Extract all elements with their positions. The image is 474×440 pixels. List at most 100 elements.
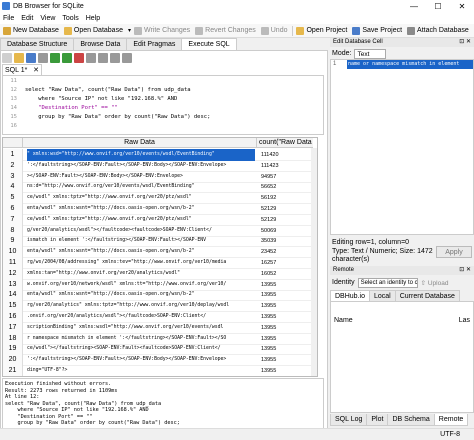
tab-execute-sql[interactable]: Execute SQL <box>181 38 237 50</box>
tab-edit-pragmas[interactable]: Edit Pragmas <box>126 38 183 50</box>
raw-data-cell[interactable]: ding="UTF-8"?> <box>27 365 255 376</box>
identity-label: Identity <box>332 279 355 286</box>
open-tab-icon[interactable] <box>2 53 12 63</box>
menu-edit[interactable]: Edit <box>21 15 33 22</box>
save-results-icon[interactable] <box>86 53 96 63</box>
open-database-label: Open Database <box>73 27 123 34</box>
sql-toolbar <box>2 52 324 64</box>
grid-corner[interactable] <box>3 138 23 148</box>
row-number[interactable]: 21 <box>3 365 23 376</box>
tab-database-structure[interactable]: Database Structure <box>0 38 75 50</box>
code-line: "Destination Port" == "" <box>25 105 118 111</box>
app-icon <box>2 2 10 10</box>
new-database-button[interactable]: New Database <box>3 26 59 35</box>
status-bar: UTF-8 <box>0 428 474 440</box>
open-database-button[interactable]: Open Database <box>63 26 123 35</box>
edit-cell-header: Edit Database Cell ⊡ ✕ <box>330 38 474 47</box>
code-line: group by "Raw Data" order by count("Raw … <box>25 114 211 120</box>
tab-remote[interactable]: Remote <box>433 414 469 426</box>
bottom-dock-tabs: SQL Log Plot DB Schema Remote <box>330 414 474 426</box>
tab-db-schema[interactable]: DB Schema <box>387 414 435 426</box>
toolbar-separator <box>292 25 294 36</box>
find-replace-icon[interactable] <box>110 53 120 63</box>
cell-editor[interactable]: 1 name or namespace mismatch in element <box>330 59 474 235</box>
menu-bar: File Edit View Tools Help <box>0 12 474 24</box>
mode-row: Mode: Text <box>330 48 474 59</box>
grid-scrollbar[interactable] <box>311 148 317 376</box>
apply-button[interactable]: Apply <box>436 246 472 258</box>
revert-changes-button[interactable]: Revert Changes <box>195 26 256 35</box>
cell-line-number: 1 <box>333 61 337 67</box>
column-header-raw-data[interactable]: Raw Data <box>23 138 257 148</box>
results-grid[interactable]: Raw Data count("Raw Data 1 " xmlns:wsd="h… <box>2 137 318 377</box>
new-database-icon <box>3 26 11 35</box>
execute-all-icon[interactable] <box>50 53 60 63</box>
open-database-icon <box>63 26 72 35</box>
column-header-name[interactable]: Name <box>334 317 353 324</box>
line-number: 12 <box>10 87 17 93</box>
line-number: 15 <box>10 114 17 120</box>
tab-sql-log[interactable]: SQL Log <box>330 414 368 426</box>
sql-editor[interactable]: 11 12 select "Raw Data", count("Raw Data… <box>2 75 324 135</box>
open-project-button[interactable]: Open Project <box>296 26 348 35</box>
write-changes-icon <box>133 26 142 35</box>
close-button[interactable]: ✕ <box>450 2 474 11</box>
print-icon[interactable] <box>38 53 48 63</box>
edit-cell-title: Edit Database Cell <box>333 39 383 45</box>
column-header-count[interactable]: count("Raw Data <box>257 138 313 148</box>
find-icon[interactable] <box>98 53 108 63</box>
open-project-label: Open Project <box>306 27 348 34</box>
minimize-button[interactable]: — <box>402 2 426 11</box>
title-bar: DB Browser for SQLite — ☐ ✕ <box>0 0 474 12</box>
tab-current-database[interactable]: Current Database <box>394 290 460 301</box>
main-tabs: Database Structure Browse Data Edit Prag… <box>0 38 328 50</box>
identity-select[interactable]: Select an identity to co <box>357 277 418 288</box>
mode-label: Mode: <box>332 50 352 57</box>
attach-database-icon <box>407 26 416 35</box>
remote-list[interactable]: Name Las <box>330 301 474 413</box>
menu-help[interactable]: Help <box>86 15 100 22</box>
open-sql-file-icon[interactable] <box>14 53 24 63</box>
attach-database-button[interactable]: Attach Database <box>407 26 469 35</box>
undo-label: Undo <box>270 27 288 34</box>
line-number: 11 <box>10 78 17 84</box>
menu-view[interactable]: View <box>40 15 55 22</box>
tab-plot[interactable]: Plot <box>366 414 389 426</box>
save-sql-file-icon[interactable] <box>26 53 36 63</box>
execute-line-icon[interactable] <box>62 53 72 63</box>
write-changes-label: Write Changes <box>143 27 191 34</box>
open-project-icon <box>296 26 305 35</box>
panel-float-close-icon[interactable]: ⊡ ✕ <box>459 38 471 47</box>
identity-row: Identity Select an identity to co ⇧ Uplo… <box>330 277 474 288</box>
attach-database-label: Attach Database <box>417 27 469 34</box>
maximize-button[interactable]: ☐ <box>426 2 450 11</box>
tab-browse-data[interactable]: Browse Data <box>73 38 128 50</box>
line-number: 13 <box>10 96 17 102</box>
write-changes-button[interactable]: Write Changes <box>133 26 191 35</box>
menu-file[interactable]: File <box>3 15 14 22</box>
remote-tabs: DBHub.io Local Current Database <box>330 290 474 301</box>
stop-icon[interactable] <box>74 53 84 63</box>
sql-editor-tab[interactable]: SQL 1* ✕ <box>2 64 42 75</box>
sql-tab-label: SQL 1* <box>5 66 28 74</box>
new-database-label: New Database <box>13 27 59 34</box>
close-tab-icon[interactable]: ✕ <box>33 66 39 74</box>
table-row[interactable]: 21 ding="UTF-8"?> 13955 <box>3 365 317 376</box>
encoding-label: UTF-8 <box>440 431 460 438</box>
upload-button[interactable]: ⇧ Upload <box>421 279 449 287</box>
count-cell[interactable]: 13955 <box>261 365 315 376</box>
menu-tools[interactable]: Tools <box>62 15 78 22</box>
main-toolbar: New Database Open Database ▾ Write Chang… <box>0 24 474 38</box>
revert-changes-icon <box>195 26 204 35</box>
mode-select[interactable]: Text <box>354 48 387 59</box>
save-project-label: Save Project <box>362 27 403 34</box>
tab-dbhub[interactable]: DBHub.io <box>330 290 370 301</box>
save-project-button[interactable]: Save Project <box>352 26 403 35</box>
column-header-last[interactable]: Las <box>459 317 470 324</box>
comment-icon[interactable] <box>122 53 132 63</box>
panel-float-close-icon[interactable]: ⊡ ✕ <box>459 266 471 275</box>
code-line: where "Source IP" not like "192.168.%" A… <box>25 96 178 102</box>
window-title: DB Browser for SQLite <box>13 2 84 10</box>
undo-button[interactable]: Undo <box>260 26 288 35</box>
tab-local[interactable]: Local <box>368 290 396 301</box>
